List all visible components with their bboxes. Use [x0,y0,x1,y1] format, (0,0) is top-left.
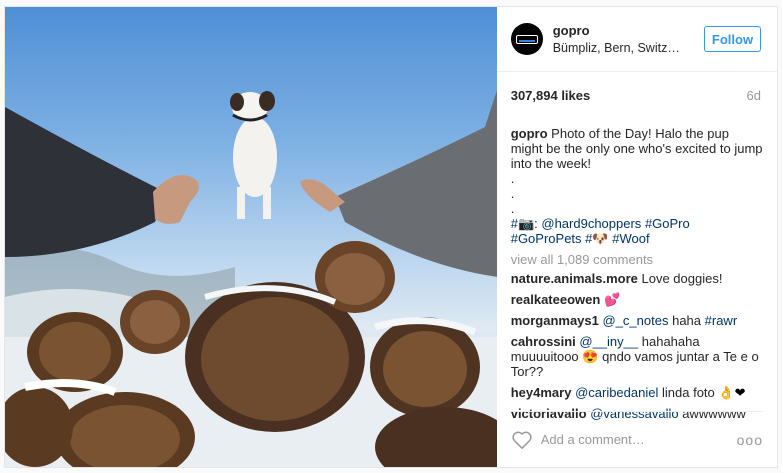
comment-item: cahrossini @__iny__ hahahaha muuuuitooo … [511,334,763,379]
heart-eyes-emoji-icon: 😍 [582,349,599,364]
right-arm [300,90,497,277]
tag-gopro[interactable]: #GoPro [645,216,690,231]
tag-camera[interactable]: # [511,216,518,231]
follow-button[interactable]: Follow [704,26,761,52]
comments-section: gopro Photo of the Day! Halo the pup mig… [497,117,777,421]
post-age[interactable]: 6d [747,88,761,103]
comment-username[interactable]: cahrossini [511,334,576,349]
post-side-panel: gopro Bümpliz, Bern, Switz… Follow 307,8… [496,7,777,467]
avatar[interactable] [510,23,543,55]
author-username[interactable]: gopro [553,23,704,38]
black-heart-emoji-icon: ❤ [734,385,746,400]
comment-mention[interactable]: @_c_notes [603,313,669,328]
comment-text: haha [672,313,702,328]
tag-goprOpets[interactable]: #GoProPets [511,231,582,246]
caption-dot-1: . [510,171,515,186]
author-info: gopro Bümpliz, Bern, Switz… [553,23,704,55]
comment-username[interactable]: morganmays1 [511,313,599,328]
instagram-post: gopro Bümpliz, Bern, Switz… Follow 307,8… [4,6,778,468]
left-arm [5,107,199,257]
likes-count[interactable]: 307,894 likes [511,88,591,103]
comment-text: Love doggies! [641,271,723,286]
post-stats: 307,894 likes 6d [497,73,777,117]
comment-username[interactable]: hey4mary [511,385,572,400]
ok-hand-emoji-icon: 👌 [718,385,735,400]
heart-outline-icon[interactable] [511,430,533,450]
camera-emoji-icon: 📷 [517,216,535,231]
view-all-comments-link[interactable]: view all 1,089 comments [511,252,763,267]
comment-username[interactable]: nature.animals.more [511,271,638,286]
caption-text: Photo of the Day! Halo the pup might be … [510,126,763,171]
comment-tag[interactable]: #rawr [705,313,738,328]
comment-item: nature.animals.more Love doggies! [511,271,763,286]
heart-emoji-icon: 💕 [603,292,621,307]
post-photo[interactable] [5,7,497,467]
photo-illustration [5,90,497,467]
dog-emoji-icon: 🐶 [592,231,609,246]
comment-username[interactable]: realkateeowen [511,292,601,307]
mention-hard9choppers[interactable]: @hard9choppers [541,216,641,231]
comment-item: morganmays1 @_c_notes haha #rawr [511,313,763,328]
caption-username[interactable]: gopro [511,126,548,141]
comment-mention[interactable]: @__iny__ [579,334,638,349]
post-header: gopro Bümpliz, Bern, Switz… Follow [496,7,777,72]
caption-dot-2: . [510,186,515,201]
more-options-icon[interactable]: ooo [737,432,763,448]
add-comment-input[interactable] [540,432,737,447]
gopro-logo-icon [515,34,538,44]
dog [230,91,277,219]
post-location[interactable]: Bümpliz, Bern, Switz… [553,41,704,55]
caption-dot-3: . [510,201,515,216]
tag-woof[interactable]: #Woof [612,231,649,246]
comment-item: realkateeowen 💕 [511,292,763,307]
comment-item: hey4mary @caribedaniel linda foto 👌❤ [511,385,763,400]
comment-text: linda foto [662,385,715,400]
caption: gopro Photo of the Day! Halo the pup mig… [511,126,763,171]
caption-tags: #📷: @hard9choppers #GoPro #GoProPets #🐶 … [510,216,690,246]
add-comment-bar: ooo [510,411,763,467]
comment-mention[interactable]: @caribedaniel [575,385,658,400]
